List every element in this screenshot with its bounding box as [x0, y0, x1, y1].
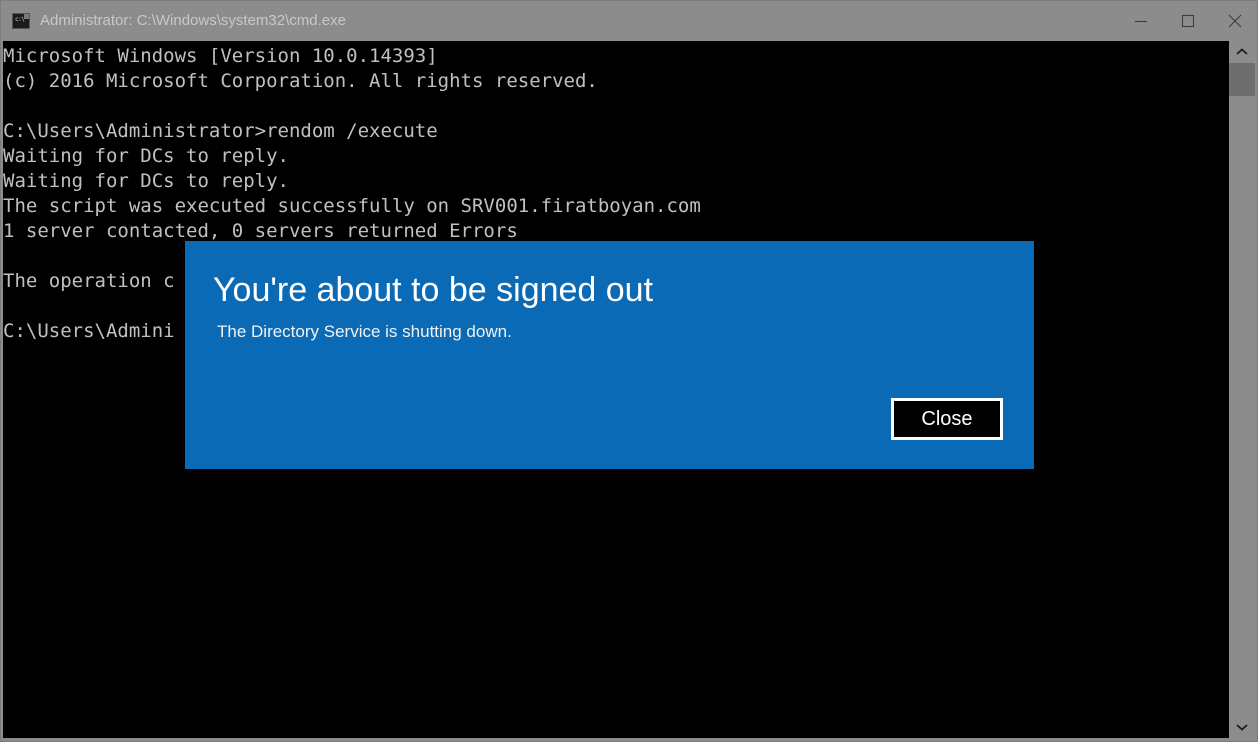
console-line: Waiting for DCs to reply. [3, 145, 289, 167]
titlebar[interactable]: Administrator: C:\Windows\system32\cmd.e… [0, 0, 1258, 41]
scroll-down-button[interactable] [1229, 716, 1255, 738]
titlebar-left-group: Administrator: C:\Windows\system32\cmd.e… [0, 12, 1117, 30]
console-line: Microsoft Windows [Version 10.0.14393] [3, 45, 438, 67]
minimize-icon [1130, 10, 1152, 32]
window-controls [1117, 0, 1258, 41]
console-line: C:\Users\Administrator>rendom /execute [3, 120, 438, 142]
console-line: (c) 2016 Microsoft Corporation. All righ… [3, 70, 598, 92]
maximize-icon [1177, 10, 1199, 32]
console-line: The script was executed successfully on … [3, 195, 701, 217]
console-scrollbar[interactable] [1229, 41, 1255, 738]
window-title: Administrator: C:\Windows\system32\cmd.e… [40, 11, 346, 29]
signout-dialog: You're about to be signed out The Direct… [185, 241, 1034, 469]
dialog-close-button[interactable]: Close [891, 398, 1003, 440]
screen: Administrator: C:\Windows\system32\cmd.e… [0, 0, 1258, 742]
chevron-down-icon [1235, 722, 1249, 732]
dialog-title: You're about to be signed out [213, 271, 654, 309]
maximize-button[interactable] [1164, 0, 1211, 41]
close-window-button[interactable] [1211, 0, 1258, 41]
scroll-up-button[interactable] [1229, 41, 1255, 63]
scrollbar-thumb[interactable] [1229, 63, 1255, 96]
cmd-console-icon [12, 12, 30, 29]
minimize-button[interactable] [1117, 0, 1164, 41]
dialog-message: The Directory Service is shutting down. [217, 322, 512, 341]
console-line: Waiting for DCs to reply. [3, 170, 289, 192]
cmd-window: Administrator: C:\Windows\system32\cmd.e… [0, 0, 1258, 742]
chevron-up-icon [1235, 47, 1249, 57]
close-icon [1224, 10, 1246, 32]
